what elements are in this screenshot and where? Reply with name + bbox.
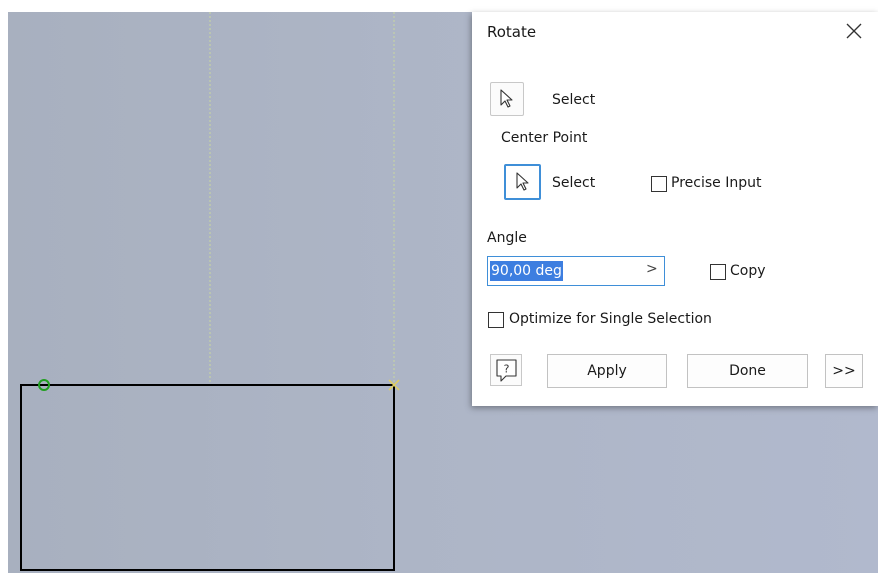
expand-button[interactable]: >>: [825, 354, 863, 388]
dialog-title: Rotate: [487, 23, 537, 41]
apply-button[interactable]: Apply: [547, 354, 667, 388]
select-button[interactable]: [490, 82, 524, 116]
svg-text:?: ?: [504, 363, 510, 376]
rotate-dialog: Rotate Select Center Point Select Precis…: [472, 12, 878, 406]
cursor-arrow-icon: [500, 89, 513, 108]
angle-input[interactable]: 90,00 deg >: [487, 256, 665, 286]
cursor-arrow-icon: [515, 172, 529, 191]
angle-heading: Angle: [487, 230, 527, 246]
center-select-label: Select: [552, 175, 596, 191]
center-point-select-button[interactable]: [504, 164, 541, 200]
select-label: Select: [552, 92, 596, 108]
precise-input-label[interactable]: Precise Input: [671, 175, 761, 191]
copy-checkbox[interactable]: [710, 264, 726, 280]
angle-arrow-icon[interactable]: >: [646, 261, 658, 277]
precise-input-checkbox[interactable]: [651, 176, 667, 192]
help-icon: ?: [496, 359, 517, 382]
close-icon[interactable]: [844, 21, 864, 41]
help-button[interactable]: ?: [490, 354, 522, 386]
optimize-label[interactable]: Optimize for Single Selection: [509, 311, 712, 327]
done-button[interactable]: Done: [687, 354, 808, 388]
angle-value[interactable]: 90,00 deg: [490, 261, 563, 281]
center-point-heading: Center Point: [501, 130, 588, 146]
copy-label[interactable]: Copy: [730, 263, 766, 279]
sketch-rectangle[interactable]: [20, 384, 395, 571]
optimize-checkbox[interactable]: [488, 312, 504, 328]
